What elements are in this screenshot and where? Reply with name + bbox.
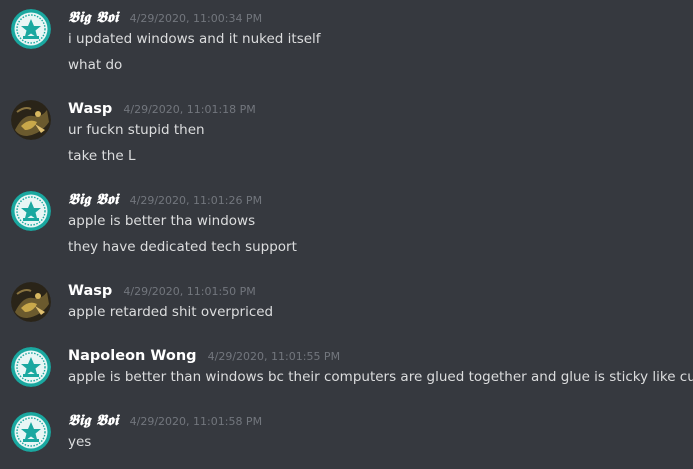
bird-artwork-avatar-icon[interactable] — [11, 100, 51, 140]
timestamp: 4/29/2020, 11:01:55 PM — [207, 350, 341, 363]
message-text: what do — [68, 57, 123, 73]
username[interactable]: Wasp — [68, 101, 112, 117]
message-text: they have dedicated tech support — [68, 239, 297, 255]
message-text: apple is better than windows bc their co… — [68, 369, 693, 385]
chat-message-list: 𝕭𝖎𝖌 𝕭𝖔𝖎 4/29/2020, 11:00:34 PM i updated… — [0, 0, 693, 469]
timestamp: 4/29/2020, 11:00:34 PM — [129, 12, 263, 25]
bird-artwork-avatar-icon[interactable] — [11, 282, 51, 322]
server-emblem-avatar-icon[interactable] — [11, 412, 51, 452]
server-emblem-avatar-icon[interactable] — [11, 9, 51, 49]
timestamp: 4/29/2020, 11:01:18 PM — [123, 103, 256, 116]
username[interactable]: 𝕭𝖎𝖌 𝕭𝖔𝖎 — [68, 411, 119, 429]
message-text: apple retarded shit overpriced — [68, 304, 274, 320]
timestamp: 4/29/2020, 11:01:58 PM — [129, 415, 263, 428]
message-text: ur fuckn stupid then — [68, 122, 205, 138]
timestamp: 4/29/2020, 11:01:26 PM — [129, 194, 263, 207]
message-text: apple is better tha windows — [68, 213, 256, 229]
username[interactable]: 𝕭𝖎𝖌 𝕭𝖔𝖎 — [68, 8, 119, 26]
username[interactable]: Wasp — [68, 283, 112, 299]
username[interactable]: 𝕭𝖎𝖌 𝕭𝖔𝖎 — [68, 190, 119, 208]
message-text: take the L — [68, 148, 136, 164]
message-text: yes — [68, 434, 92, 450]
server-emblem-avatar-icon[interactable] — [11, 191, 51, 231]
message-text: i updated windows and it nuked itself — [68, 31, 321, 47]
timestamp: 4/29/2020, 11:01:50 PM — [123, 285, 256, 298]
username[interactable]: Napoleon Wong — [68, 348, 197, 364]
server-emblem-avatar-icon[interactable] — [11, 347, 51, 387]
